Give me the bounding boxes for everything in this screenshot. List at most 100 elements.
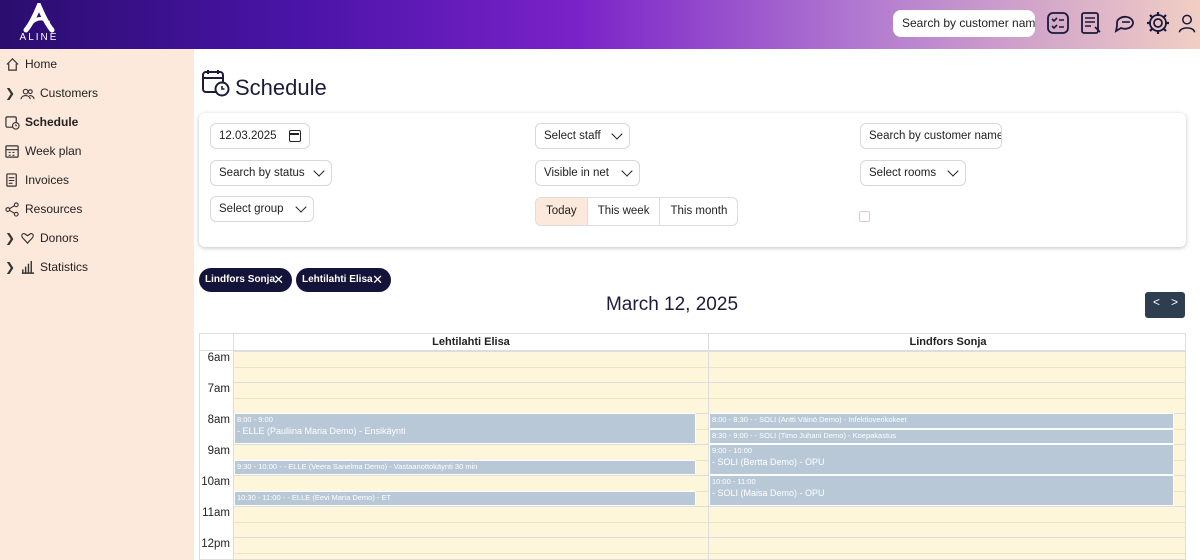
sidebar-item-invoices[interactable]: Invoices — [0, 169, 194, 191]
slot-line — [234, 521, 708, 523]
slot-line — [234, 444, 708, 445]
calendar-icon[interactable] — [289, 130, 301, 142]
event-time: 9:00 - 10:00 — [712, 446, 753, 455]
sidebar-item-week-plan[interactable]: Week plan — [0, 140, 194, 162]
sidebar-item-label: Donors — [40, 231, 79, 245]
range-week-button[interactable]: This week — [588, 198, 661, 225]
group-select-label: Select group — [219, 203, 284, 215]
sidebar-item-resources[interactable]: Resources — [0, 198, 194, 220]
appointment-event[interactable]: 8:00 - 8:30 - - SOLI (Antti Väinö Demo) … — [709, 413, 1174, 429]
status-select-label: Search by status — [219, 167, 305, 179]
slot-line — [234, 351, 708, 352]
invoice-icon — [6, 173, 17, 187]
appointment-event[interactable]: 8:30 - 9:00 - - SOLI (Timo Juhani Demo) … — [709, 428, 1174, 444]
document-icon[interactable] — [1078, 10, 1104, 36]
sidebar-item-label: Resources — [25, 202, 83, 216]
close-icon[interactable]: ✕ — [372, 268, 383, 292]
main-content: Schedule 12.03.2025 Search by status Sel… — [194, 49, 1200, 560]
home-icon — [6, 58, 19, 71]
sidebar-item-label: Statistics — [40, 260, 89, 274]
sidebar-item-label: Schedule — [25, 115, 79, 129]
donor-icon — [21, 233, 34, 245]
chevron-down-icon — [611, 128, 623, 140]
slot-line — [234, 537, 708, 538]
appointment-event[interactable]: 9:30 - 10:00 - - ELLE (Veera Sanelma Dem… — [234, 459, 696, 475]
user-icon[interactable] — [1176, 10, 1198, 36]
sidebar-item-statistics[interactable]: ❯ Statistics — [0, 256, 194, 278]
people-icon — [20, 88, 35, 100]
customer-search-input[interactable]: Search by customer name — [893, 10, 1035, 37]
hour-label: 10am — [201, 476, 230, 488]
hour-label: 12pm — [201, 538, 230, 550]
slot-line — [709, 521, 1185, 523]
event-time: 8:00 - 9:00 — [237, 415, 273, 424]
staff-day-column[interactable]: 8:00 - 9:00 - ELLE (Pauliina Maria Demo) … — [234, 351, 709, 559]
event-title: - ELLE (Pauliina Maria Demo) - Ensikäynt… — [237, 426, 406, 436]
checklist-icon[interactable] — [1045, 10, 1071, 36]
logo-mark-icon — [23, 0, 55, 33]
sidebar-item-label: Customers — [40, 86, 99, 100]
staff-chip[interactable]: Lehtilahti Elisa ✕ — [296, 268, 391, 292]
staff-chip[interactable]: Lindfors Sonja ✕ — [199, 268, 292, 292]
slot-line — [709, 552, 1185, 554]
gear-icon[interactable] — [1145, 10, 1171, 36]
slot-line — [709, 506, 1185, 507]
range-month-button[interactable]: This month — [660, 198, 737, 225]
date-value: 12.03.2025 — [219, 130, 277, 142]
slot-line — [709, 397, 1185, 399]
appointment-event[interactable]: 10:30 - 11:00 - - ELLE (Eevi Maria Demo)… — [234, 490, 696, 506]
sidebar-item-schedule[interactable]: Schedule — [0, 111, 194, 133]
aline-logo[interactable]: ALINE — [14, 0, 64, 45]
chevron-right-icon[interactable]: ❯ — [5, 82, 15, 104]
visible-in-net-select[interactable]: Visible in net — [535, 160, 640, 186]
event-title: - SOLI (Bertta Demo) - OPU — [712, 457, 825, 467]
date-picker[interactable]: 12.03.2025 — [210, 123, 310, 149]
chevron-down-icon — [295, 201, 307, 213]
close-icon[interactable]: ✕ — [273, 268, 284, 292]
rooms-select-label: Select rooms — [869, 167, 937, 179]
hour-label: 9am — [207, 445, 230, 457]
hour-label: 8am — [207, 414, 230, 426]
share-nodes-icon — [5, 202, 19, 217]
event-time: 10:00 - 11:00 — [712, 477, 756, 486]
range-today-button[interactable]: Today — [536, 198, 588, 225]
sidebar-item-customers[interactable]: ❯ Customers — [0, 82, 194, 104]
chevron-right-icon[interactable]: ❯ — [5, 256, 15, 278]
staff-select[interactable]: Select staff — [535, 123, 630, 149]
staff-column-header: Lindfors Sonja — [709, 334, 1185, 351]
chevron-right-icon[interactable]: ❯ — [5, 227, 15, 249]
status-select[interactable]: Search by status — [210, 160, 332, 186]
appointment-event[interactable]: 10:00 - 11:00 - SOLI (Maisa Demo) - OPU — [709, 475, 1174, 506]
page-title: Schedule — [235, 75, 327, 100]
slot-line — [234, 366, 708, 368]
appointment-event[interactable]: 8:00 - 9:00 - ELLE (Pauliina Maria Demo) … — [234, 413, 696, 444]
appointment-event[interactable]: 9:00 - 10:00 - SOLI (Bertta Demo) - OPU — [709, 444, 1174, 475]
chip-label: Lehtilahti Elisa — [302, 274, 373, 285]
week-calendar-icon — [5, 145, 19, 158]
chevron-down-icon — [313, 165, 325, 177]
event-title: - SOLI (Maisa Demo) - OPU — [712, 488, 825, 498]
slot-line — [234, 397, 708, 399]
staff-column-header: Lehtilahti Elisa — [234, 334, 709, 351]
chat-icon[interactable] — [1112, 10, 1138, 36]
top-bar: ALINE Search by customer name — [0, 0, 1200, 49]
slot-line — [234, 475, 708, 476]
hour-label: 7am — [207, 383, 230, 395]
calendar-clock-icon — [202, 70, 230, 97]
filter-panel: 12.03.2025 Search by status Select group… — [199, 113, 1186, 247]
sidebar-item-donors[interactable]: ❯ Donors — [0, 227, 194, 249]
logo-text: ALINE — [19, 32, 59, 43]
staff-day-column[interactable]: 8:00 - 8:30 - - SOLI (Antti Väinö Demo) … — [709, 351, 1185, 559]
slot-line — [709, 537, 1185, 538]
rooms-select[interactable]: Select rooms — [860, 160, 966, 186]
customer-name-search-input[interactable]: Search by customer name — [860, 123, 1002, 149]
schedule-grid: Lehtilahti Elisa Lindfors Sonja 6am 7am 8a… — [199, 333, 1186, 560]
sidebar-item-home[interactable]: Home — [0, 53, 194, 75]
group-select[interactable]: Select group — [210, 196, 314, 222]
next-day-button[interactable]: > — [1171, 295, 1178, 309]
event-title: 9:30 - 10:00 - - ELLE (Veera Sanelma Dem… — [237, 461, 478, 471]
chevron-down-icon — [621, 165, 633, 177]
sidebar-item-label: Home — [25, 57, 58, 71]
filter-checkbox[interactable] — [859, 211, 870, 222]
prev-day-button[interactable]: < — [1153, 295, 1160, 309]
